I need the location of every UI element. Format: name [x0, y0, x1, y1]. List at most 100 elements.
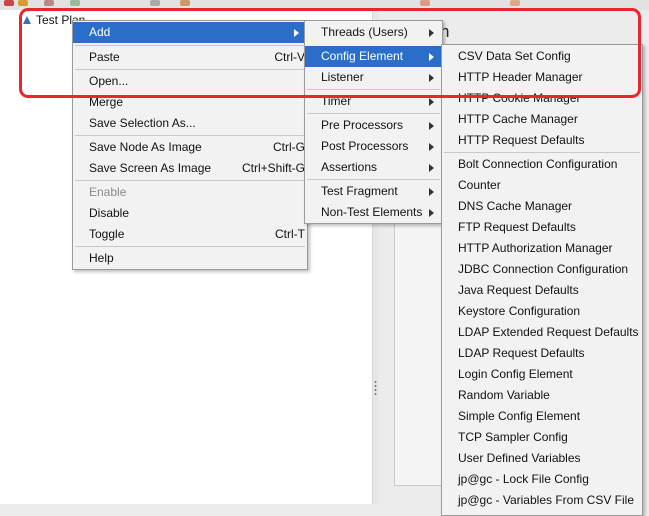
menu-item-label: Simple Config Element: [458, 409, 581, 423]
submenu-arrow-icon: [429, 164, 434, 172]
config-item-simple-config-element[interactable]: Simple Config Element: [442, 406, 642, 427]
menu-item-label: FTP Request Defaults: [458, 220, 576, 234]
menu-item-label: Login Config Element: [458, 367, 573, 381]
config-item-keystore-configuration[interactable]: Keystore Configuration: [442, 301, 642, 322]
menu-item-label: Threads (Users): [321, 25, 408, 39]
config-item-http-request-defaults[interactable]: HTTP Request Defaults: [442, 130, 642, 151]
menu-item-label: Open...: [89, 74, 129, 88]
submenu-arrow-icon: [429, 122, 434, 130]
menu-item-paste[interactable]: Paste Ctrl-V: [73, 47, 307, 68]
config-item-http-header-manager[interactable]: HTTP Header Manager: [442, 67, 642, 88]
config-item-user-defined-variables[interactable]: User Defined Variables: [442, 448, 642, 469]
menu-item-label: Non-Test Elements: [321, 205, 423, 219]
menu-item-save-selection-as[interactable]: Save Selection As...: [73, 113, 307, 134]
test-plan-icon: [23, 16, 31, 24]
menu-item-accelerator: Ctrl+Shift-G: [241, 161, 305, 175]
config-item-ldap-request-defaults[interactable]: LDAP Request Defaults: [442, 343, 642, 364]
config-item-http-cookie-manager[interactable]: HTTP Cookie Manager: [442, 88, 642, 109]
config-item-jp-gc-lock-file-config[interactable]: jp@gc - Lock File Config: [442, 469, 642, 490]
submenu-arrow-icon: [429, 98, 434, 106]
submenu-arrow-icon: [429, 188, 434, 196]
menu-item-label: Counter: [458, 178, 501, 192]
menu-item-add[interactable]: Add: [73, 22, 307, 43]
menu-item-label: Save Selection As...: [89, 116, 196, 130]
menu-item-label: Post Processors: [321, 139, 409, 153]
menu-separator: [307, 179, 440, 180]
config-item-csv-data-set-config[interactable]: CSV Data Set Config: [442, 46, 642, 67]
menu-item-save-screen-as-image[interactable]: Save Screen As Image Ctrl+Shift-G: [73, 158, 307, 179]
config-item-dns-cache-manager[interactable]: DNS Cache Manager: [442, 196, 642, 217]
menu-item-save-node-as-image[interactable]: Save Node As Image Ctrl-G: [73, 137, 307, 158]
submenu-item-test-fragment[interactable]: Test Fragment: [305, 181, 442, 202]
config-item-bolt-connection-configuration[interactable]: Bolt Connection Configuration: [442, 154, 642, 175]
menu-item-label: HTTP Cache Manager: [458, 112, 578, 126]
menu-item-label: Toggle: [89, 227, 125, 241]
menu-item-label: jp@gc - Variables From CSV File: [458, 493, 635, 507]
menu-item-label: DNS Cache Manager: [458, 199, 573, 213]
submenu-item-post-processors[interactable]: Post Processors: [305, 136, 442, 157]
menu-item-label: Test Fragment: [321, 184, 398, 198]
config-item-counter[interactable]: Counter: [442, 175, 642, 196]
submenu-item-listener[interactable]: Listener: [305, 67, 442, 88]
config-item-tcp-sampler-config[interactable]: TCP Sampler Config: [442, 427, 642, 448]
config-element-submenu: CSV Data Set Config HTTP Header Manager HT…: [441, 44, 643, 516]
config-item-login-config-element[interactable]: Login Config Element: [442, 364, 642, 385]
splitter-grip-icon[interactable]: [374, 380, 377, 396]
menu-item-open[interactable]: Open...: [73, 71, 307, 92]
toolbar-icon[interactable]: [510, 0, 520, 6]
menu-item-label: HTTP Cookie Manager: [458, 91, 581, 105]
menu-item-label: Config Element: [321, 49, 404, 63]
menu-separator: [444, 152, 640, 153]
toolbar-icon[interactable]: [4, 0, 14, 6]
submenu-arrow-icon: [429, 143, 434, 151]
config-item-ftp-request-defaults[interactable]: FTP Request Defaults: [442, 217, 642, 238]
menu-item-label: HTTP Header Manager: [458, 70, 583, 84]
config-item-http-authorization-manager[interactable]: HTTP Authorization Manager: [442, 238, 642, 259]
config-item-random-variable[interactable]: Random Variable: [442, 385, 642, 406]
submenu-arrow-icon: [429, 209, 434, 217]
config-item-java-request-defaults[interactable]: Java Request Defaults: [442, 280, 642, 301]
menu-separator: [75, 69, 305, 70]
menu-item-label: Random Variable: [458, 388, 550, 402]
toolbar-icon[interactable]: [180, 0, 190, 6]
menu-separator: [75, 135, 305, 136]
menu-item-label: Keystore Configuration: [458, 304, 581, 318]
menu-item-label: Paste: [89, 50, 120, 64]
menu-item-merge[interactable]: Merge: [73, 92, 307, 113]
menu-item-disable[interactable]: Disable: [73, 203, 307, 224]
menu-item-label: Bolt Connection Configuration: [458, 157, 618, 171]
menu-item-label: Timer: [321, 94, 352, 108]
submenu-item-pre-processors[interactable]: Pre Processors: [305, 115, 442, 136]
submenu-arrow-icon: [429, 29, 434, 37]
submenu-item-non-test-elements[interactable]: Non-Test Elements: [305, 202, 442, 223]
menu-item-label: LDAP Extended Request Defaults: [458, 325, 639, 339]
submenu-item-config-element[interactable]: Config Element: [305, 46, 442, 67]
menu-separator: [75, 45, 305, 46]
config-item-http-cache-manager[interactable]: HTTP Cache Manager: [442, 109, 642, 130]
menu-item-toggle[interactable]: Toggle Ctrl-T: [73, 224, 307, 245]
submenu-item-timer[interactable]: Timer: [305, 91, 442, 112]
menu-separator: [307, 113, 440, 114]
menu-item-label: Disable: [89, 206, 130, 220]
menu-item-label: LDAP Request Defaults: [458, 346, 585, 360]
submenu-item-assertions[interactable]: Assertions: [305, 157, 442, 178]
config-item-jp-gc-variables-from-csv-file[interactable]: jp@gc - Variables From CSV File: [442, 490, 642, 511]
menu-item-label: User Defined Variables: [458, 451, 581, 465]
submenu-arrow-icon: [294, 29, 299, 37]
menu-item-enable: Enable: [73, 182, 307, 203]
menu-item-label: Java Request Defaults: [458, 283, 579, 297]
menu-item-label: Pre Processors: [321, 118, 404, 132]
toolbar-icon[interactable]: [420, 0, 430, 6]
menu-separator: [75, 180, 305, 181]
config-item-ldap-extended-request-defaults[interactable]: LDAP Extended Request Defaults: [442, 322, 642, 343]
menu-item-accelerator: Ctrl-V: [274, 50, 305, 64]
toolbar-icon[interactable]: [18, 0, 28, 6]
menu-item-label: TCP Sampler Config: [458, 430, 568, 444]
toolbar-icon[interactable]: [70, 0, 80, 6]
menu-item-help[interactable]: Help: [73, 248, 307, 269]
toolbar-icon[interactable]: [44, 0, 54, 6]
toolbar-icon[interactable]: [150, 0, 160, 6]
config-item-jdbc-connection-configuration[interactable]: JDBC Connection Configuration: [442, 259, 642, 280]
submenu-item-threads[interactable]: Threads (Users): [305, 22, 442, 43]
menu-item-label: Listener: [321, 70, 364, 84]
